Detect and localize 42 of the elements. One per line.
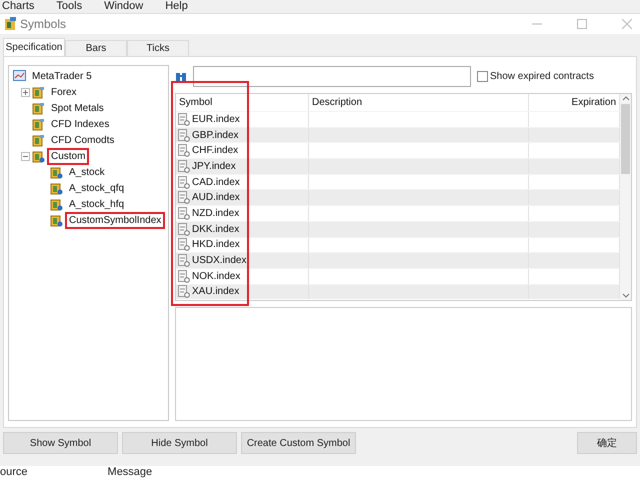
folder-gear-icon: [50, 182, 63, 194]
menu-item[interactable]: Charts: [2, 0, 34, 13]
menu-item[interactable]: Help: [165, 0, 188, 13]
tree-item[interactable]: A_stock_hfq: [65, 196, 128, 212]
checkbox[interactable]: [477, 70, 488, 82]
binoculars-icon[interactable]: [175, 70, 187, 82]
search-field[interactable]: [193, 66, 471, 86]
tree-item[interactable]: Custom: [47, 148, 90, 164]
folder-gear-icon: [50, 166, 63, 178]
tree-item[interactable]: CFD Indexes: [47, 116, 114, 132]
tab[interactable]: Bars: [65, 40, 127, 56]
tree-item[interactable]: Forex: [47, 84, 81, 100]
ok-button[interactable]: 确定: [577, 432, 637, 454]
action-button[interactable]: Hide Symbol: [122, 432, 237, 454]
window-title: Symbols: [20, 17, 66, 31]
folder-icon: [32, 102, 45, 114]
action-button[interactable]: Create Custom Symbol: [241, 432, 356, 454]
menu-item[interactable]: Window: [104, 0, 144, 13]
column-header[interactable]: Message: [108, 466, 152, 480]
folder-gear-icon: [50, 198, 63, 210]
checkbox-label: Show expired contracts: [490, 70, 594, 82]
tree-item[interactable]: Spot Metals: [47, 100, 108, 116]
expand-icon[interactable]: [21, 88, 30, 96]
folder-gear-icon: [32, 150, 45, 162]
folder-icon: [32, 118, 45, 130]
collapse-icon[interactable]: [21, 152, 30, 160]
tree-item[interactable]: A_stock_qfq: [65, 180, 128, 196]
tree-item[interactable]: MetaTrader 5: [28, 68, 96, 84]
tree-item[interactable]: CustomSymbolIndex: [65, 212, 166, 228]
tree-item[interactable]: CFD Comodts: [47, 132, 118, 148]
terminal-icon: [13, 70, 26, 82]
folder-icon: [32, 134, 45, 146]
action-button[interactable]: Show Symbol: [3, 432, 118, 454]
column-header[interactable]: ource: [0, 466, 28, 480]
tab[interactable]: Ticks: [127, 40, 189, 56]
scrollbar[interactable]: [620, 94, 631, 300]
app-icon: [4, 17, 17, 31]
tab[interactable]: Specification: [3, 38, 65, 56]
folder-gear-icon: [50, 214, 63, 226]
folder-icon: [32, 86, 45, 98]
tree-item[interactable]: A_stock: [65, 164, 109, 180]
menu-item[interactable]: Tools: [56, 0, 82, 13]
